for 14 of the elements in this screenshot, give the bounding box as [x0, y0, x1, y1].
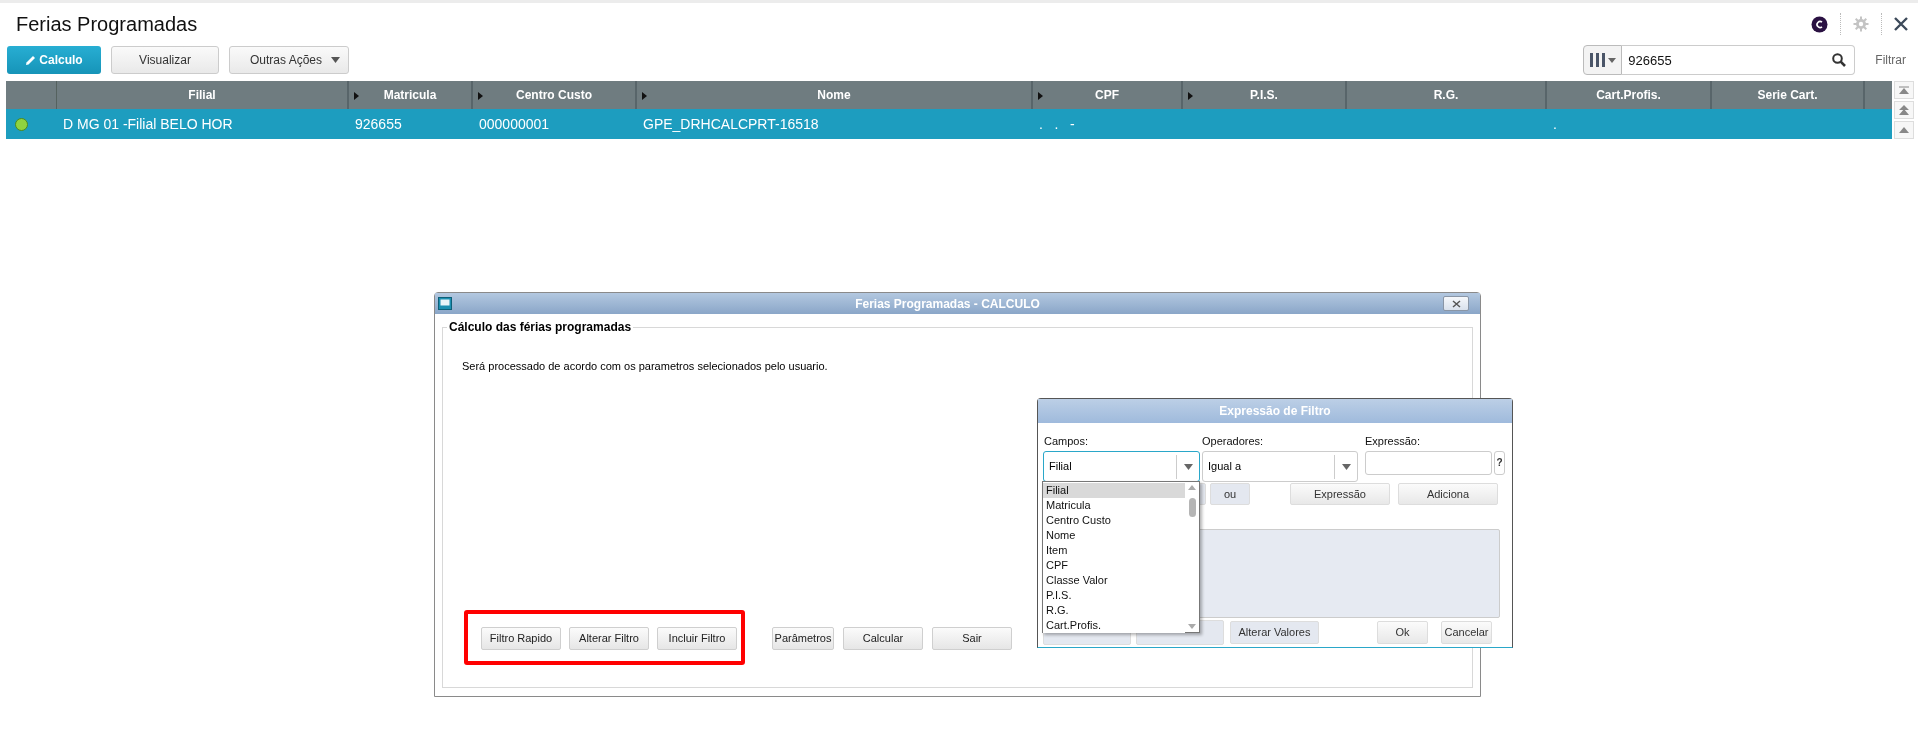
- table-cell-text: D MG 01 -Filial BELO HOR: [63, 114, 233, 134]
- table-cell-text: .: [1553, 114, 1557, 134]
- table-cell-text: 000000001: [479, 114, 550, 134]
- table-cell-text: 926655: [355, 114, 402, 134]
- group-title: Cálculo das férias programadas: [448, 319, 633, 336]
- field-label: Campos:: [1043, 434, 1090, 449]
- table-cell-text: GPE_DRHCALCPRT-16518: [643, 114, 819, 134]
- table-cell-text: . . -: [1039, 114, 1075, 134]
- dialog-title: Ferias Programadas - CALCULO: [854, 295, 1041, 313]
- dialog-message: Será processado de acordo com os parametros selecionados pelo usuario.: [462, 359, 829, 374]
- field-label: Operadores:: [1202, 434, 1265, 449]
- field-label: Expressão:: [1365, 434, 1421, 449]
- dialog-title: Expressão de Filtro: [1038, 399, 1512, 423]
- page-title: Ferias Programadas: [16, 12, 198, 37]
